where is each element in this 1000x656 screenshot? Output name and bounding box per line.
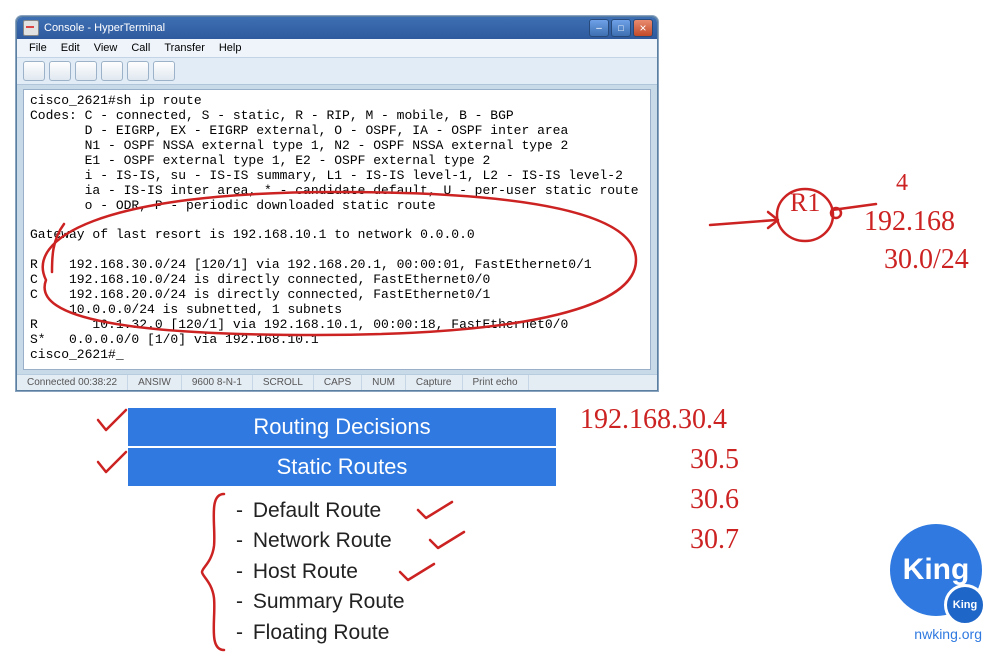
annotation-router-diagram [690, 180, 890, 260]
toolbar-button[interactable] [23, 61, 45, 81]
menu-edit[interactable]: Edit [55, 41, 86, 55]
bullet-network-route: Network Route [236, 526, 405, 556]
annotation-check-bar2 [92, 446, 132, 480]
king-mini-text: King [953, 599, 977, 611]
toolbar [17, 57, 657, 85]
hyperterminal-window: Console - HyperTerminal File Edit View C… [16, 16, 658, 391]
status-printecho: Print echo [463, 375, 529, 390]
toolbar-button[interactable] [153, 61, 175, 81]
menu-transfer[interactable]: Transfer [158, 41, 211, 55]
close-button[interactable] [633, 19, 653, 37]
annotation-curly-brace [196, 490, 236, 655]
menu-file[interactable]: File [23, 41, 53, 55]
king-mini-badge: King [944, 584, 986, 626]
annotation-top-ip1: 192.168 [864, 206, 955, 238]
annotation-ip-0: 192.168.30.4 [580, 404, 727, 436]
annotation-top-ip2: 30.0/24 [884, 244, 969, 276]
annotation-top-num: 4 [896, 170, 908, 197]
status-capture: Capture [406, 375, 463, 390]
toolbar-button[interactable] [127, 61, 149, 81]
menu-help[interactable]: Help [213, 41, 248, 55]
status-caps: CAPS [314, 375, 362, 390]
status-num: NUM [362, 375, 406, 390]
toolbar-button[interactable] [75, 61, 97, 81]
annotation-ip-1: 30.5 [690, 444, 739, 476]
window-title: Console - HyperTerminal [44, 22, 165, 34]
status-bar: Connected 00:38:22 ANSIW 9600 8-N-1 SCRO… [17, 374, 657, 390]
king-url: nwking.org [914, 626, 982, 642]
annotation-check-network [426, 528, 470, 554]
bullet-summary-route: Summary Route [236, 587, 405, 617]
toolbar-button[interactable] [101, 61, 123, 81]
menu-call[interactable]: Call [125, 41, 156, 55]
status-connected: Connected 00:38:22 [17, 375, 128, 390]
minimize-button[interactable] [589, 19, 609, 37]
status-emulation: ANSIW [128, 375, 182, 390]
menu-view[interactable]: View [88, 41, 124, 55]
annotation-ip-3: 30.7 [690, 524, 739, 556]
status-settings: 9600 8-N-1 [182, 375, 253, 390]
status-scroll: SCROLL [253, 375, 314, 390]
annotation-check-bar1 [92, 404, 132, 438]
window-titlebar[interactable]: Console - HyperTerminal [17, 17, 657, 39]
app-icon [23, 20, 39, 36]
heading-routing-decisions: Routing Decisions [128, 408, 556, 446]
toolbar-button[interactable] [49, 61, 71, 81]
bullet-default-route: Default Route [236, 496, 405, 526]
bullet-host-route: Host Route [236, 557, 405, 587]
menu-bar: File Edit View Call Transfer Help [17, 39, 657, 57]
annotation-r1-label: R1 [790, 188, 820, 218]
bullet-floating-route: Floating Route [236, 618, 405, 648]
king-logo-text: King [903, 553, 970, 587]
heading-static-routes: Static Routes [128, 448, 556, 486]
annotation-ip-2: 30.6 [690, 484, 739, 516]
static-routes-list: Default Route Network Route Host Route S… [236, 496, 405, 648]
annotation-check-default [414, 498, 458, 524]
terminal-output[interactable]: cisco_2621#sh ip route Codes: C - connec… [23, 89, 651, 370]
maximize-button[interactable] [611, 19, 631, 37]
